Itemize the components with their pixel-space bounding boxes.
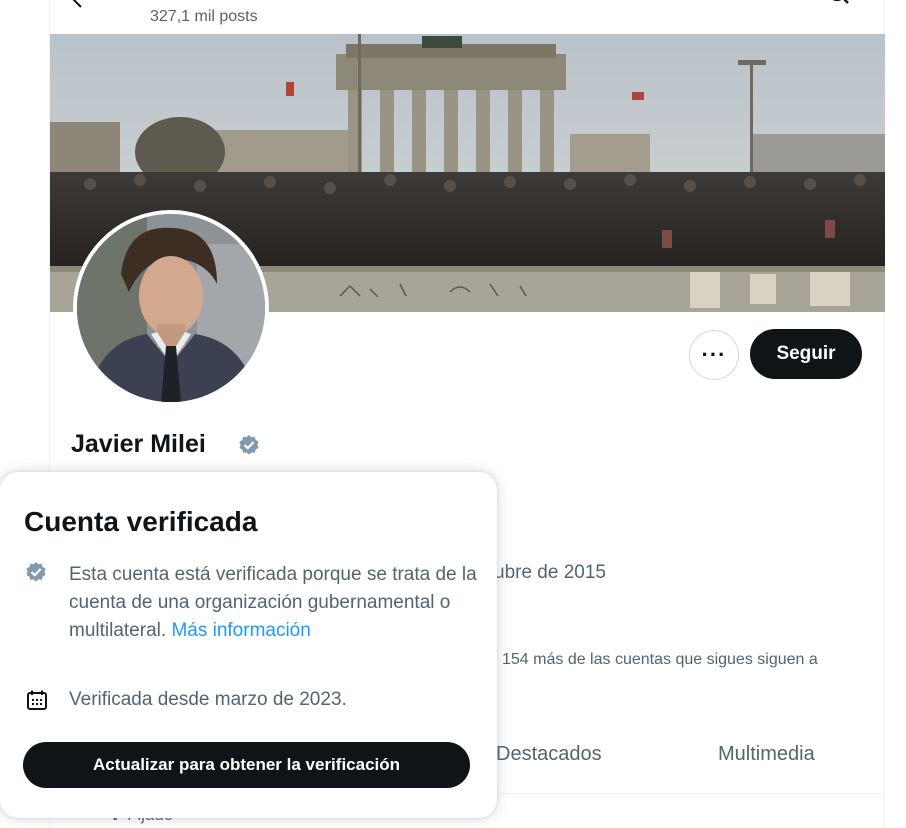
display-name: Javier Milei — [71, 430, 206, 458]
more-options-button[interactable]: ··· — [689, 330, 739, 380]
verification-description: Esta cuenta está verificada porque se tr… — [69, 561, 479, 645]
search-icon[interactable] — [828, 0, 850, 8]
calendar-icon — [26, 689, 48, 711]
more-info-link[interactable]: Más información — [171, 620, 310, 641]
follow-button[interactable]: Seguir — [750, 329, 862, 379]
tab-highlights[interactable]: Destacados — [496, 743, 602, 766]
upgrade-verification-button[interactable]: Actualizar para obtener la verificación — [23, 742, 470, 788]
arrow-left-icon[interactable] — [72, 0, 88, 8]
joined-date: ubre de 2015 — [494, 562, 606, 583]
verified-since: Verificada desde marzo de 2023. — [69, 689, 347, 710]
profile-header-bar: 327,1 mil posts — [50, 0, 884, 34]
tab-media[interactable]: Multimedia — [718, 743, 815, 766]
followers-you-know[interactable]: 154 más de las cuentas que sigues siguen… — [502, 651, 818, 669]
avatar[interactable] — [73, 210, 269, 406]
verified-badge-icon — [25, 561, 47, 583]
popover-title: Cuenta verificada — [24, 506, 258, 537]
verified-badge-icon[interactable] — [238, 434, 260, 456]
posts-count: 327,1 mil posts — [150, 8, 258, 25]
